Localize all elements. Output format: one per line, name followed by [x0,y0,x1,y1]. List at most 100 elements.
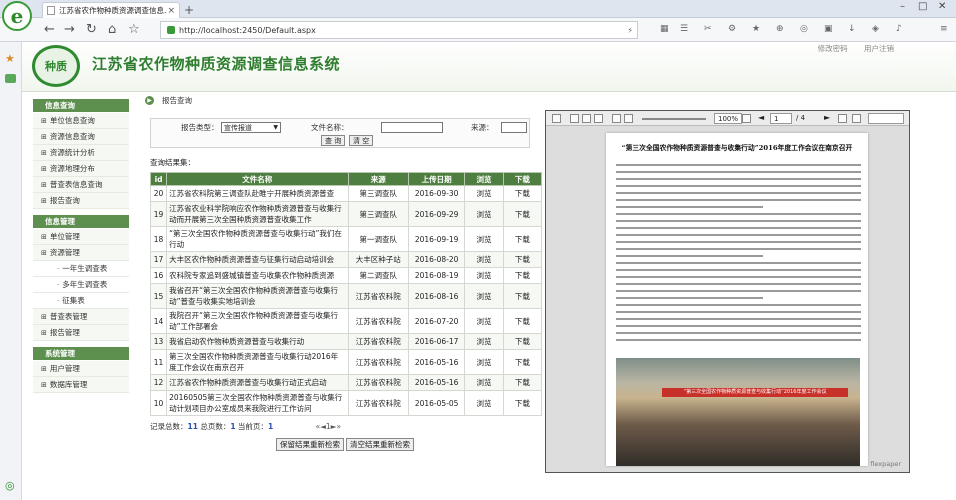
prev-page-icon[interactable]: ◄ [758,113,764,122]
forward-button[interactable]: → [64,22,75,37]
cell-download-link[interactable]: 下载 [502,333,543,350]
sidebar-item[interactable]: ⊞ 报告管理 [33,325,129,341]
toolbar-icon-3[interactable]: ✂ [704,24,712,34]
cell-view-link[interactable]: 浏览 [464,267,504,284]
logout-link[interactable]: 用户注销 [864,44,894,53]
toolbar-icon-4[interactable]: ⚙ [728,24,736,34]
sidebar-item[interactable]: ⊞ 资源统计分析 [33,145,129,161]
back-button[interactable]: ← [44,22,55,37]
toolbar-icon-6[interactable]: ⊕ [776,24,784,34]
refresh-button[interactable]: ↻ [86,22,97,37]
cell-download-link[interactable]: 下载 [502,390,543,416]
tab-close-icon[interactable]: × [167,6,175,16]
sidebar-item[interactable]: ⊞ 单位信息查询 [33,113,129,129]
panel-icon[interactable] [5,74,16,83]
expand-icon: ⊞ [41,197,47,205]
minimize-icon[interactable]: – [900,1,905,12]
menu-icon[interactable]: ≡ [940,24,948,34]
viewer-search-field[interactable] [868,113,904,124]
single-page-icon[interactable] [570,114,579,123]
toolbar-icon-8[interactable]: ▣ [824,24,833,34]
browser-tab[interactable]: 江苏省农作物种质资源调查信息... × [42,2,180,18]
cell-view-link[interactable]: 浏览 [464,390,504,416]
sidebar-item[interactable]: ⊞ 普查表管理 [33,309,129,325]
cell-download-link[interactable]: 下载 [502,201,543,227]
sidebar-item[interactable]: · 一年生调查表 [33,261,129,277]
hand-tool-icon[interactable] [852,114,861,123]
type-select-value: 宣传报道 [224,124,252,132]
clear-research-button[interactable]: 清空结果重新检索 [346,438,414,451]
fit-width-icon[interactable] [612,114,621,123]
cell-view-link[interactable]: 浏览 [464,374,504,391]
pager-controls[interactable]: «◄1►» [316,422,342,431]
select-tool-icon[interactable] [838,114,847,123]
sidebar-item[interactable]: ⊞ 数据库管理 [33,377,129,393]
cell-download-link[interactable]: 下载 [502,349,543,375]
cell-source: 江苏省农科院 [347,374,409,391]
zoom-slider[interactable] [642,118,706,120]
cell-view-link[interactable]: 浏览 [464,283,504,309]
query-button[interactable]: 查 询 [321,135,346,146]
cell-view-link[interactable]: 浏览 [464,251,504,268]
url-field[interactable]: http://localhost:2450/Default.aspx ⚡ [160,21,638,39]
cell-view-link[interactable]: 浏览 [464,185,504,202]
new-tab-button[interactable]: + [184,3,194,17]
cell-view-link[interactable]: 浏览 [464,201,504,227]
cell-view-link[interactable]: 浏览 [464,349,504,375]
sidebar-item[interactable]: ⊞ 资源地理分布 [33,161,129,177]
star-icon[interactable]: ★ [5,52,15,65]
sidebar-item[interactable]: ⊞ 资源管理 [33,245,129,261]
col-download: 下载 [502,172,543,186]
cell-download-link[interactable]: 下载 [502,226,543,252]
page-field[interactable]: 1 [770,113,792,124]
cell-download-link[interactable]: 下载 [502,251,543,268]
fit-page-icon[interactable] [624,114,633,123]
fullscreen-icon[interactable] [742,114,751,123]
cell-download-link[interactable]: 下载 [502,185,543,202]
close-window-icon[interactable]: ✕ [938,1,946,12]
home-button[interactable]: ⌂ [108,22,116,37]
next-page-icon[interactable]: ► [824,113,830,122]
maximize-icon[interactable]: □ [918,1,927,12]
favorite-button[interactable]: ☆ [128,22,140,37]
sidebar-item[interactable]: ⊞ 用户管理 [33,361,129,377]
toolbar-icon-2[interactable]: ☰ [680,24,688,34]
assistant-icon[interactable]: ◎ [5,479,15,492]
print-icon[interactable] [552,114,561,123]
table-row: 20 江苏省农科院第三调查队赴睢宁开展种质资源普查 第三调查队 2016-09-30 浏… [149,185,543,202]
thumbnail-icon[interactable] [594,114,603,123]
toolbar-icon-9[interactable]: ↓ [848,24,856,34]
sidebar-item[interactable]: · 多年生调查表 [33,277,129,293]
name-input[interactable] [381,122,443,133]
sidebar-section-title[interactable]: 系统管理 [33,347,129,360]
cell-download-link[interactable]: 下载 [502,374,543,391]
toolbar-icon-7[interactable]: ◎ [800,24,808,34]
sidebar-item[interactable]: ⊞ 资源信息查询 [33,129,129,145]
zoom-field[interactable]: 100% [714,113,743,124]
source-input[interactable] [501,122,527,133]
sidebar-section-title[interactable]: 信息管理 [33,215,129,228]
change-password-link[interactable]: 修改密码 [818,44,848,53]
toolbar-icon-11[interactable]: ♪ [896,24,902,34]
clear-button[interactable]: 清 空 [349,135,374,146]
type-select[interactable]: 宣传报道 ▼ [221,122,281,133]
sidebar-item[interactable]: ⊞ 单位管理 [33,229,129,245]
cell-download-link[interactable]: 下载 [502,308,543,334]
cell-download-link[interactable]: 下载 [502,267,543,284]
sidebar-item[interactable]: ⊞ 报告查询 [33,193,129,209]
two-page-icon[interactable] [582,114,591,123]
cell-view-link[interactable]: 浏览 [464,308,504,334]
lightning-icon[interactable]: ⚡ [627,26,637,35]
cell-view-link[interactable]: 浏览 [464,333,504,350]
sidebar-item[interactable]: ⊞ 普查表信息查询 [33,177,129,193]
cell-download-link[interactable]: 下载 [502,283,543,309]
toolbar-icon-5[interactable]: ★ [752,24,760,34]
cell-date: 2016-06-17 [407,333,466,350]
cell-source: 江苏省农科院 [347,349,409,375]
sidebar-item[interactable]: · 征集表 [33,293,129,309]
sidebar-section-title[interactable]: 信息查询 [33,99,129,112]
save-research-button[interactable]: 保留结果重新检索 [276,438,344,451]
toolbar-icon-10[interactable]: ◈ [872,24,879,34]
cell-view-link[interactable]: 浏览 [464,226,504,252]
toolbar-icon-1[interactable]: ▦ [660,24,669,34]
